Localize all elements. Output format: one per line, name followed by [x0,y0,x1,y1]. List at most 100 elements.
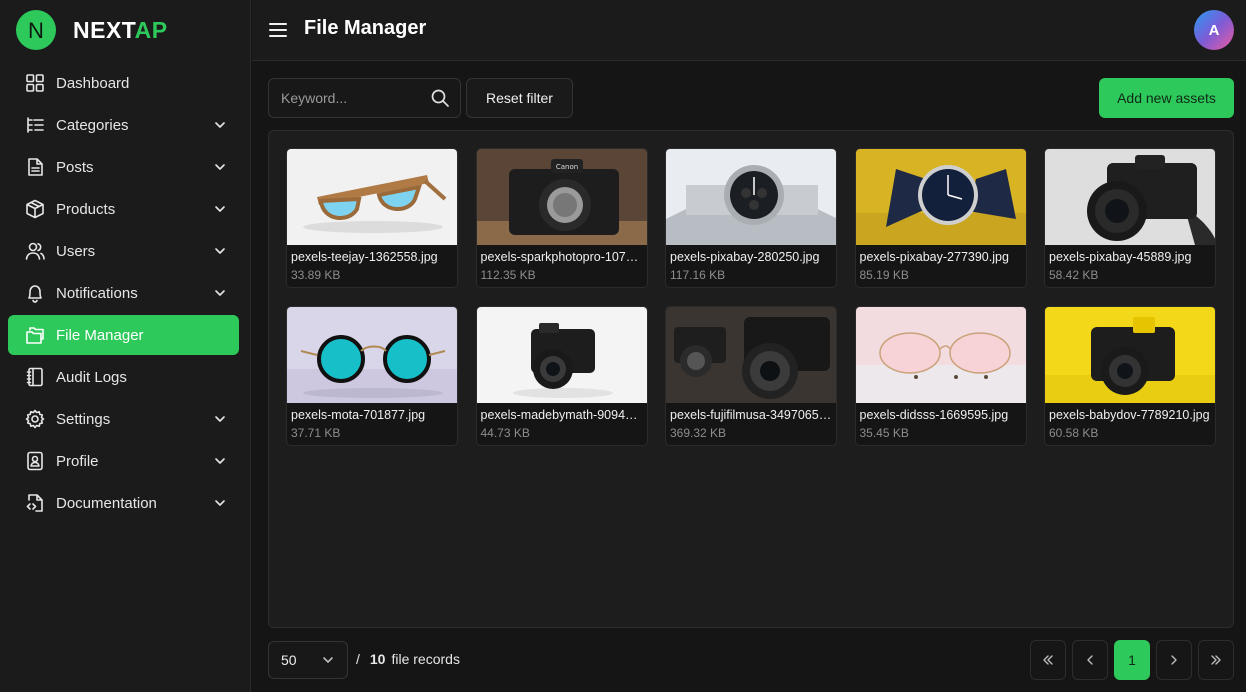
file-size: 33.89 KB [291,268,341,282]
file-gallery: pexels-teejay-1362558.jpg 33.89 KB Canon pe… [268,130,1234,628]
file-thumbnail [666,149,836,245]
last-page-button[interactable] [1198,640,1234,680]
file-thumbnail [666,307,836,403]
file-card[interactable]: pexels-madebymath-90946.jpg 44.73 KB [475,306,648,446]
search-icon[interactable] [430,88,450,108]
chevron-down-icon [213,286,227,300]
sidebar-item-notifications[interactable]: Notifications [8,273,239,313]
file-name: pexels-pixabay-45889.jpg [1049,250,1192,264]
file-size: 37.71 KB [291,426,341,440]
file-card[interactable]: pexels-teejay-1362558.jpg 33.89 KB [286,148,458,288]
file-name: pexels-pixabay-277390.jpg [859,250,1009,264]
chevron-down-icon [213,454,227,468]
reset-filter-button[interactable]: Reset filter [466,78,573,118]
file-card[interactable]: pexels-pixabay-45889.jpg 58.42 KB [1044,148,1216,288]
file-name: pexels-fujifilmusa-3497065.jpg [670,408,836,422]
code-file-icon [24,492,46,514]
profile-icon [24,450,46,472]
chevron-down-icon [213,160,227,174]
records-separator: / [356,651,360,667]
chevron-right-icon [1171,655,1177,665]
chevron-down-icon [213,496,227,510]
double-chevron-left-icon [1043,655,1053,665]
brand-name-main: NEXT [73,16,135,43]
user-avatar[interactable]: A [1194,10,1234,50]
file-thumbnail [1045,149,1215,245]
sidebar-nav: Dashboard Categories Posts Products Users Not… [8,63,239,525]
file-size: 44.73 KB [480,426,530,440]
sidebar-item-categories[interactable]: Categories [8,105,239,145]
records-label: file records [391,651,460,667]
file-card[interactable]: pexels-fujifilmusa-3497065.jpg 369.32 KB [665,306,837,446]
file-card[interactable]: pexels-pixabay-280250.jpg 117.16 KB [665,148,837,288]
file-name: pexels-pixabay-280250.jpg [670,250,820,264]
search-input[interactable] [281,90,430,106]
pagination: 1 [1030,640,1234,680]
file-thumbnail: Canon [476,149,647,245]
first-page-button[interactable] [1030,640,1066,680]
file-name: pexels-didsss-1669595.jpg [859,408,1009,422]
file-name: pexels-sparkphotopro-1077925.jpg [480,250,647,264]
sidebar-item-dashboard[interactable]: Dashboard [8,63,239,103]
sidebar-item-products[interactable]: Products [8,189,239,229]
menu-toggle-icon[interactable] [268,20,288,40]
page-title: File Manager [304,17,427,39]
file-thumbnail [476,307,647,403]
app-root: N NEXTAP Dashboard Categories Posts Product… [0,0,1246,692]
file-name: pexels-mota-701877.jpg [291,408,426,422]
add-new-assets-button[interactable]: Add new assets [1099,78,1234,118]
sidebar-item-label: Profile [56,452,99,470]
next-page-button[interactable] [1156,640,1192,680]
file-card[interactable]: pexels-mota-701877.jpg 37.71 KB [286,306,458,446]
file-size: 85.19 KB [859,268,909,282]
svg-text:N: N [28,18,44,43]
file-card[interactable]: pexels-babydov-7789210.jpg 60.58 KB [1044,306,1216,446]
file-card[interactable]: pexels-pixabay-277390.jpg 85.19 KB [854,148,1027,288]
sidebar-item-label: Categories [56,116,129,134]
file-size: 117.16 KB [670,268,726,282]
list-icon [24,114,46,136]
file-thumbnail [855,307,1026,403]
sidebar-item-label: Dashboard [56,74,130,92]
prev-page-button[interactable] [1072,640,1108,680]
sidebar-item-label: Users [56,242,96,260]
sidebar-item-file-manager[interactable]: File Manager [8,315,239,355]
page-size-value: 50 [281,652,297,668]
svg-text:Canon: Canon [555,163,577,171]
file-thumbnail [287,307,457,403]
records-count: 10 [369,651,386,667]
document-icon [24,156,46,178]
gear-icon [24,408,46,430]
file-thumbnail [287,149,457,245]
sidebar-item-settings[interactable]: Settings [8,399,239,439]
sidebar-item-label: Products [56,200,116,218]
sidebar-item-documentation[interactable]: Documentation [8,483,239,523]
file-size: 35.45 KB [859,426,909,440]
file-card[interactable]: pexels-didsss-1669595.jpg 35.45 KB [854,306,1027,446]
sidebar-item-posts[interactable]: Posts [8,147,239,187]
brand-logo: N [16,10,56,50]
brand[interactable]: N NEXTAP [16,10,168,50]
top-header: File Manager A [252,0,1246,61]
folders-icon [24,324,46,346]
sidebar-item-profile[interactable]: Profile [8,441,239,481]
file-size: 60.58 KB [1049,426,1099,440]
chevron-down-icon [213,118,227,132]
file-size: 369.32 KB [670,426,727,440]
sidebar-item-users[interactable]: Users [8,231,239,271]
chevron-down-icon [321,653,335,667]
file-thumbnail [855,149,1026,245]
grid-icon [24,72,46,94]
page-size-select[interactable]: 50 [268,641,348,679]
file-card[interactable]: Canon pexels-sparkphotopro-1077925.jpg 112… [475,148,648,288]
file-name: pexels-teejay-1362558.jpg [291,250,438,264]
file-name: pexels-madebymath-90946.jpg [480,408,647,422]
file-thumbnail [1045,307,1215,403]
sidebar-item-label: Audit Logs [56,368,127,386]
record-summary: / 10 file records [356,651,460,667]
sidebar-item-label: Notifications [56,284,138,302]
page-button-current[interactable]: 1 [1114,640,1150,680]
brand-name-accent: AP [134,16,168,43]
search-box [268,78,461,118]
sidebar-item-audit-logs[interactable]: Audit Logs [8,357,239,397]
